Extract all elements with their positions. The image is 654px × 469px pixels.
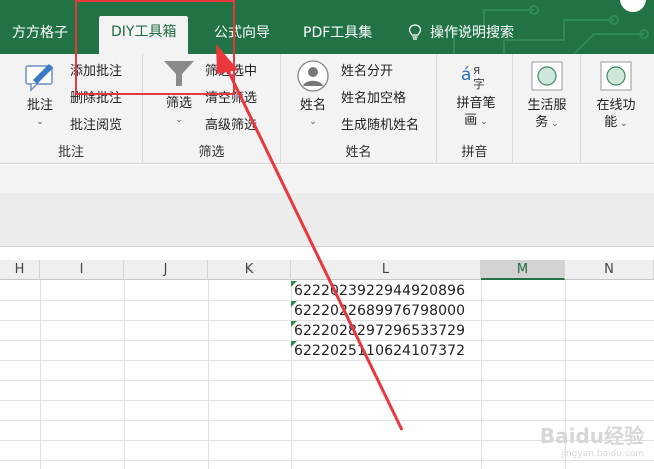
- random-name-button[interactable]: 生成随机姓名: [341, 114, 419, 133]
- row-gridline: [0, 380, 654, 381]
- error-indicator-icon: [291, 281, 297, 287]
- svg-text:á: á: [461, 65, 471, 85]
- group-label-pinyin: 拼音: [461, 145, 488, 160]
- browse-comment-button[interactable]: 批注阅览: [70, 114, 122, 133]
- online-function-icon: [600, 61, 632, 91]
- group-label-comment: 批注: [57, 145, 84, 160]
- name-label: 姓名: [299, 98, 326, 113]
- life-service-icon: [531, 61, 563, 91]
- chevron-down-icon: ⌄: [36, 117, 44, 127]
- row-gridline: [0, 400, 654, 401]
- highlight-box: [75, 0, 235, 95]
- advanced-filter-button[interactable]: 高级筛选: [205, 114, 257, 133]
- watermark-main: Baidu经验: [539, 424, 644, 448]
- group-life-service: 生活服 务 ⌄: [513, 54, 581, 164]
- name-add-space-button[interactable]: 姓名加空格: [341, 87, 406, 106]
- cell-l4[interactable]: 6222025110624107372: [291, 341, 481, 361]
- group-label-name: 姓名: [345, 145, 372, 160]
- search-tab-label: 操作说明搜索: [430, 25, 514, 41]
- col-gridline: [40, 280, 41, 469]
- cell-l3[interactable]: 6222028297296533729: [291, 321, 481, 341]
- column-header-k[interactable]: K: [208, 260, 291, 280]
- chevron-down-icon: ⌄: [175, 115, 183, 125]
- tab-tell-me-search[interactable]: 操作说明搜索: [408, 20, 514, 54]
- comment-pen-icon: [25, 64, 53, 92]
- comment-button[interactable]: 批注 ⌄: [18, 60, 62, 131]
- chevron-down-icon: ⌄: [309, 117, 317, 127]
- cell-value: 6222028297296533729: [294, 323, 466, 339]
- pinyin-stroke-button[interactable]: á я 字 拼音笔 画 ⌄: [451, 60, 501, 131]
- split-name-button[interactable]: 姓名分开: [341, 60, 393, 79]
- column-header-m[interactable]: M: [481, 260, 565, 280]
- cell-value: 6222022689976798000: [294, 303, 466, 319]
- cell-value: 6222023922944920896: [294, 283, 466, 299]
- col-gridline: [124, 280, 125, 469]
- column-header-l[interactable]: L: [291, 260, 481, 280]
- group-pinyin: á я 字 拼音笔 画 ⌄ 拼音: [437, 54, 513, 164]
- group-label-filter: 筛选: [198, 145, 225, 160]
- filter-label: 筛选: [165, 96, 192, 111]
- svg-text:я: я: [473, 63, 480, 77]
- cell-value: 6222025110624107372: [294, 343, 466, 359]
- life-service-label-1: 生活服: [527, 98, 567, 113]
- life-service-label-2: 务: [535, 115, 549, 130]
- column-header-h[interactable]: H: [0, 260, 40, 280]
- ribbon-collapse-strip: [0, 165, 654, 193]
- person-icon: [297, 60, 329, 92]
- comment-label: 批注: [26, 98, 53, 113]
- col-gridline: [481, 280, 482, 469]
- error-indicator-icon: [291, 341, 297, 347]
- online-function-button[interactable]: 在线功 能 ⌄: [587, 60, 645, 133]
- group-name: 姓名 ⌄ 姓名分开 姓名加空格 生成随机姓名 姓名: [281, 54, 437, 164]
- cell-l2[interactable]: 6222022689976798000: [291, 301, 481, 321]
- chevron-down-icon: ⌄: [548, 119, 559, 129]
- cell-l1[interactable]: 6222023922944920896: [291, 281, 481, 301]
- group-online: 在线功 能 ⌄: [581, 54, 654, 164]
- tab-pdf-tools[interactable]: PDF工具集: [303, 20, 372, 54]
- pinyin-label-2: 画: [464, 113, 478, 128]
- column-header-j[interactable]: J: [124, 260, 208, 280]
- col-gridline: [208, 280, 209, 469]
- watermark-sub: jingyan.baidu.com: [560, 449, 644, 459]
- error-indicator-icon: [291, 301, 297, 307]
- pinyin-label-1: 拼音笔: [456, 96, 496, 111]
- lightbulb-icon: [408, 24, 422, 40]
- row-gridline: [0, 460, 654, 461]
- chevron-down-icon: ⌄: [617, 119, 628, 129]
- svg-text:字: 字: [473, 76, 485, 90]
- error-indicator-icon: [291, 321, 297, 327]
- pinyin-icon: á я 字: [461, 63, 485, 91]
- formula-bar-area: [0, 165, 654, 247]
- column-header-i[interactable]: I: [40, 260, 124, 280]
- chevron-down-icon: ⌄: [477, 117, 488, 127]
- column-header-n[interactable]: N: [565, 260, 654, 280]
- tab-fangfanggezi[interactable]: 方方格子: [12, 20, 68, 54]
- life-service-button[interactable]: 生活服 务 ⌄: [521, 60, 573, 133]
- online-label-2: 能: [604, 115, 618, 130]
- baidu-watermark: Baidu经验 jingyan.baidu.com: [540, 420, 644, 459]
- online-label-1: 在线功: [596, 98, 636, 113]
- name-button[interactable]: 姓名 ⌄: [291, 60, 335, 131]
